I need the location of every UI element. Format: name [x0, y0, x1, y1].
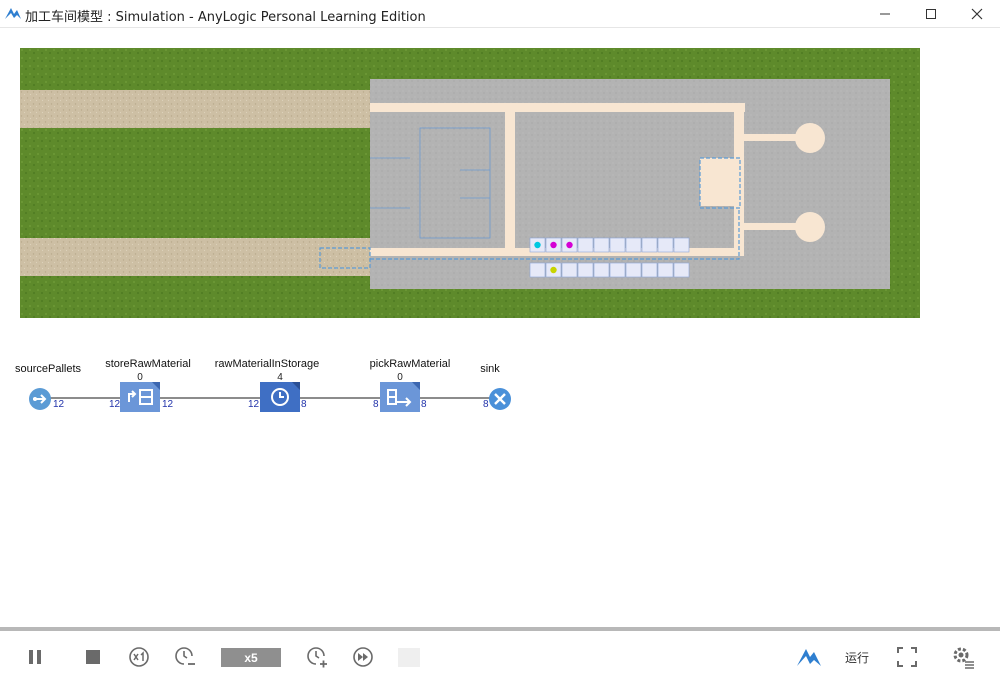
- port-out-sourcePallets: 12: [53, 399, 65, 410]
- fullscreen-button[interactable]: [895, 645, 919, 669]
- app-window: 加工车间模型 : Simulation - AnyLogic Personal …: [0, 0, 1000, 678]
- simulation-control-bar: x5 运行: [0, 627, 1000, 678]
- speed-indicator: x5: [221, 648, 281, 667]
- rack-cell: [657, 262, 674, 278]
- rack-cell: [561, 262, 578, 278]
- animation-view[interactable]: [20, 48, 920, 318]
- block-name-pickRawMaterial: pickRawMaterial: [369, 358, 451, 370]
- port-out-pickRawMaterial: 8: [421, 399, 427, 410]
- rawMaterialInStorage-block[interactable]: [260, 382, 300, 412]
- anylogic-button[interactable]: [795, 645, 823, 669]
- stop-icon: [86, 650, 100, 664]
- road-upper: [20, 90, 372, 128]
- fast-forward-icon: [353, 647, 373, 667]
- rack-cell: [577, 237, 594, 253]
- road-lower: [20, 238, 372, 276]
- slow-down-icon: [175, 647, 195, 665]
- maximize-button[interactable]: [908, 0, 954, 28]
- real-time-x1-icon: [129, 647, 149, 667]
- rack-cell: [673, 262, 690, 278]
- port-in-pickRawMaterial: 8: [373, 399, 379, 410]
- port-out-rawMaterialInStorage: 8: [301, 399, 307, 410]
- stop-button[interactable]: [81, 645, 105, 669]
- pallet[interactable]: [550, 241, 557, 249]
- block-name-sourcePallets: sourcePallets: [14, 363, 82, 375]
- port-in-sink: 8: [483, 399, 489, 410]
- rack-cell: [641, 237, 658, 253]
- layout-canvas: [20, 48, 920, 318]
- speed-up-icon: [307, 647, 327, 668]
- speed-up-button[interactable]: [305, 645, 329, 669]
- pause-button[interactable]: [23, 645, 47, 669]
- pickRawMaterial-block[interactable]: [380, 382, 420, 412]
- rack-cell: [593, 237, 610, 253]
- block-name-storeRawMaterial: storeRawMaterial: [105, 358, 191, 370]
- title-bar: 加工车间模型 : Simulation - AnyLogic Personal …: [0, 0, 1000, 28]
- pallet[interactable]: [534, 241, 541, 249]
- port-in-storeRawMaterial: 12: [109, 399, 121, 410]
- port-out-storeRawMaterial: 12: [162, 399, 174, 410]
- storeRawMaterial-block[interactable]: [120, 382, 160, 412]
- disabled-button: [398, 648, 420, 667]
- rack-cell: [609, 237, 626, 253]
- run-status-label: 运行: [845, 651, 870, 665]
- process-flowchart: sourcePallets 12 storeRawMaterial 0 12 1…: [0, 350, 560, 430]
- sink-icon: [489, 388, 511, 410]
- rack-cell: [673, 237, 690, 253]
- real-time-x1-button[interactable]: [127, 645, 151, 669]
- rack-cell: [577, 262, 594, 278]
- fullscreen-icon: [897, 647, 917, 667]
- rack-cell: [625, 237, 642, 253]
- rack-cell: [529, 262, 546, 278]
- anylogic-logo-icon: [5, 8, 21, 19]
- retrieve-icon: [380, 382, 420, 412]
- sink-block[interactable]: [488, 387, 512, 411]
- rack-cell: [657, 237, 674, 253]
- settings-button[interactable]: [951, 645, 975, 669]
- store-icon: [120, 382, 160, 412]
- source-icon: [29, 388, 51, 410]
- block-name-rawMaterialInStorage: rawMaterialInStorage: [214, 358, 320, 370]
- minimize-icon: [880, 13, 890, 15]
- maximize-icon: [926, 9, 936, 19]
- rack-cell: [593, 262, 610, 278]
- minimize-button[interactable]: [862, 0, 908, 28]
- slow-down-button[interactable]: [173, 645, 197, 669]
- rack-cell: [609, 262, 626, 278]
- pallet[interactable]: [550, 266, 557, 274]
- block-name-sink: sink: [480, 363, 500, 375]
- pause-icon: [29, 650, 41, 664]
- rack-cell: [625, 262, 642, 278]
- close-button[interactable]: [954, 0, 1000, 28]
- rack-cell: [641, 262, 658, 278]
- close-icon: [971, 8, 983, 20]
- settings-icon: [953, 647, 974, 669]
- delay-clock-icon: [260, 382, 300, 412]
- fast-forward-button[interactable]: [351, 645, 375, 669]
- pallet[interactable]: [566, 241, 573, 249]
- port-in-rawMaterialInStorage: 12: [248, 399, 260, 410]
- window-title: 加工车间模型 : Simulation - AnyLogic Personal …: [25, 10, 426, 25]
- anylogic-logo-icon: [797, 649, 821, 666]
- sourcePallets-block[interactable]: [28, 387, 52, 411]
